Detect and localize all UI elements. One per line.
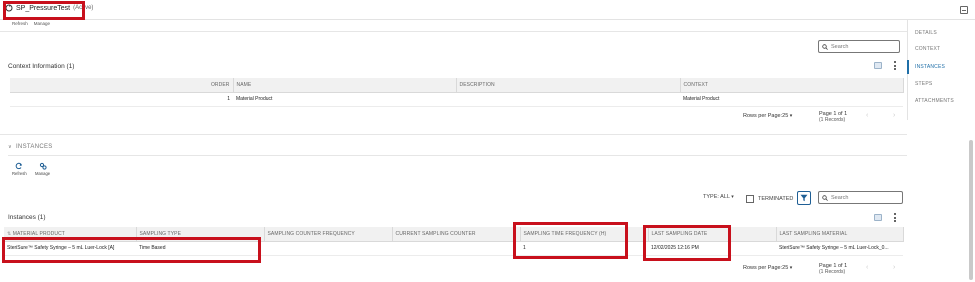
more-options-icon[interactable] [893, 213, 896, 222]
sidebar-item-details[interactable]: DETAILS [915, 30, 937, 36]
column-header-last-date[interactable]: LAST SAMPLING DATE [648, 227, 777, 242]
cell-order: 1 [10, 92, 233, 107]
divider [8, 155, 907, 156]
next-page-icon[interactable]: › [893, 264, 895, 271]
instances-heading: INSTANCES [15, 144, 53, 150]
context-title: Context Information (1) [8, 63, 75, 70]
sidebar-item-steps[interactable]: STEPS [915, 81, 932, 87]
chevron-down-icon: ▾ [789, 265, 793, 271]
context-search-input[interactable] [831, 43, 891, 50]
cell-description [456, 92, 680, 107]
collapse-icon[interactable] [960, 6, 968, 14]
terminated-label: TERMINATED [758, 196, 794, 202]
cell-name: Material Product [233, 92, 456, 107]
instances-section-toggle[interactable]: ∨ INSTANCES [8, 144, 53, 150]
filter-icon [800, 194, 808, 202]
sort-icon: ⇅ [7, 230, 12, 237]
column-header-last-material[interactable]: LAST SAMPLING MATERIAL [776, 227, 904, 242]
sidebar-item-context[interactable]: CONTEXT [915, 46, 940, 52]
table-row[interactable]: SteriSure™ Safety Syringe – 5 mL Luer-Lo… [4, 241, 903, 256]
rows-per-page-label: Rows per Page: [743, 113, 783, 119]
column-header-label: MATERIAL PRODUCT [12, 230, 65, 237]
manage-button[interactable]: Manage [35, 162, 50, 176]
context-table: ORDER NAME DESCRIPTION CONTEXT 1 Materia… [10, 78, 904, 107]
column-header-description[interactable]: DESCRIPTION [456, 78, 681, 93]
instances-title: Instances (1) [8, 214, 46, 221]
search-icon [822, 43, 828, 50]
vertical-scrollbar[interactable] [969, 140, 973, 280]
column-header-sampling-type[interactable]: SAMPLING TYPE [136, 227, 265, 242]
process-icon [5, 4, 13, 12]
sidebar-item-instances[interactable]: INSTANCES [915, 64, 945, 70]
refresh-button[interactable]: Refresh [12, 21, 28, 26]
cell-last-date: 12/02/2025 12:16 PM [648, 241, 776, 256]
columns-icon[interactable] [874, 214, 882, 221]
instances-search[interactable] [818, 191, 903, 204]
column-header-name[interactable]: NAME [233, 78, 457, 93]
next-page-icon[interactable]: › [893, 112, 895, 119]
rows-per-page-value: 25 [782, 113, 789, 119]
rows-per-page-value: 25 [782, 265, 789, 271]
type-filter[interactable]: TYPE: ALL ▾ [703, 194, 734, 200]
record-count: (1 Records) [819, 117, 846, 123]
header-bar [0, 0, 975, 20]
refresh-button[interactable]: Refresh [12, 162, 27, 176]
refresh-icon [15, 162, 23, 170]
columns-icon[interactable] [874, 62, 882, 69]
chevron-down-icon: ∨ [8, 144, 12, 150]
page-title: SP_PressureTest (Active) [5, 4, 93, 12]
terminated-checkbox[interactable] [746, 195, 754, 203]
search-icon [822, 194, 828, 201]
context-pagination: Page 1 of 1 (1 Records) [819, 111, 847, 123]
title-text: SP_PressureTest [16, 4, 71, 12]
type-label: TYPE: [703, 194, 719, 200]
instances-search-input[interactable] [831, 194, 891, 201]
column-header-current-counter[interactable]: CURRENT SAMPLING COUNTER [392, 227, 521, 242]
instances-rows-per-page[interactable]: Rows per Page:25 ▾ [743, 265, 792, 271]
rows-per-page-label: Rows per Page: [743, 265, 783, 271]
refresh-label: Refresh [12, 171, 27, 176]
column-header-material-product[interactable]: ⇅ MATERIAL PRODUCT [4, 227, 137, 242]
cell-sampling-type: Time Based [136, 241, 264, 256]
cell-context: Material Product [680, 92, 903, 107]
cell-current-counter [392, 241, 520, 256]
instances-pagination: Page 1 of 1 (1 Records) [819, 263, 847, 275]
cell-time-frequency: 1 [520, 241, 648, 256]
filter-button[interactable] [797, 191, 811, 205]
context-rows-per-page[interactable]: Rows per Page:25 ▾ [743, 113, 792, 119]
cell-material-product-link[interactable]: SteriSure™ Safety Syringe – 5 mL Luer-Lo… [4, 241, 136, 256]
context-search[interactable] [818, 40, 900, 53]
more-options-icon[interactable] [893, 61, 896, 70]
sidebar-nav: DETAILS CONTEXT INSTANCES STEPS ATTACHME… [907, 20, 975, 120]
status-badge: (Active) [73, 5, 94, 11]
record-count: (1 Records) [819, 269, 846, 275]
manage-button[interactable]: Manage [34, 21, 50, 26]
cell-last-material: SteriSure™ Safety Syringe – 5 mL Luer-Lo… [776, 241, 903, 256]
manage-icon [39, 162, 47, 170]
divider [0, 134, 907, 135]
prev-page-icon[interactable]: ‹ [866, 112, 868, 119]
column-header-counter-frequency[interactable]: SAMPLING COUNTER FREQUENCY [264, 227, 393, 242]
column-header-order[interactable]: ORDER [10, 78, 234, 93]
column-header-context[interactable]: CONTEXT [680, 78, 904, 93]
divider [0, 31, 907, 32]
table-row[interactable]: 1 Material Product Material Product [10, 92, 903, 107]
chevron-down-icon: ▾ [789, 113, 793, 119]
active-indicator [907, 60, 909, 74]
manage-label: Manage [35, 171, 51, 176]
column-header-time-frequency[interactable]: SAMPLING TIME FREQUENCY (H) [520, 227, 649, 242]
type-value: ALL [720, 194, 730, 200]
chevron-down-icon: ▾ [731, 194, 734, 200]
instances-table: ⇅ MATERIAL PRODUCT SAMPLING TYPE SAMPLIN… [4, 227, 904, 256]
top-toolbar: Refresh Manage [12, 21, 50, 26]
sidebar-item-attachments[interactable]: ATTACHMENTS [915, 98, 954, 104]
prev-page-icon[interactable]: ‹ [866, 264, 868, 271]
cell-counter-frequency [264, 241, 392, 256]
